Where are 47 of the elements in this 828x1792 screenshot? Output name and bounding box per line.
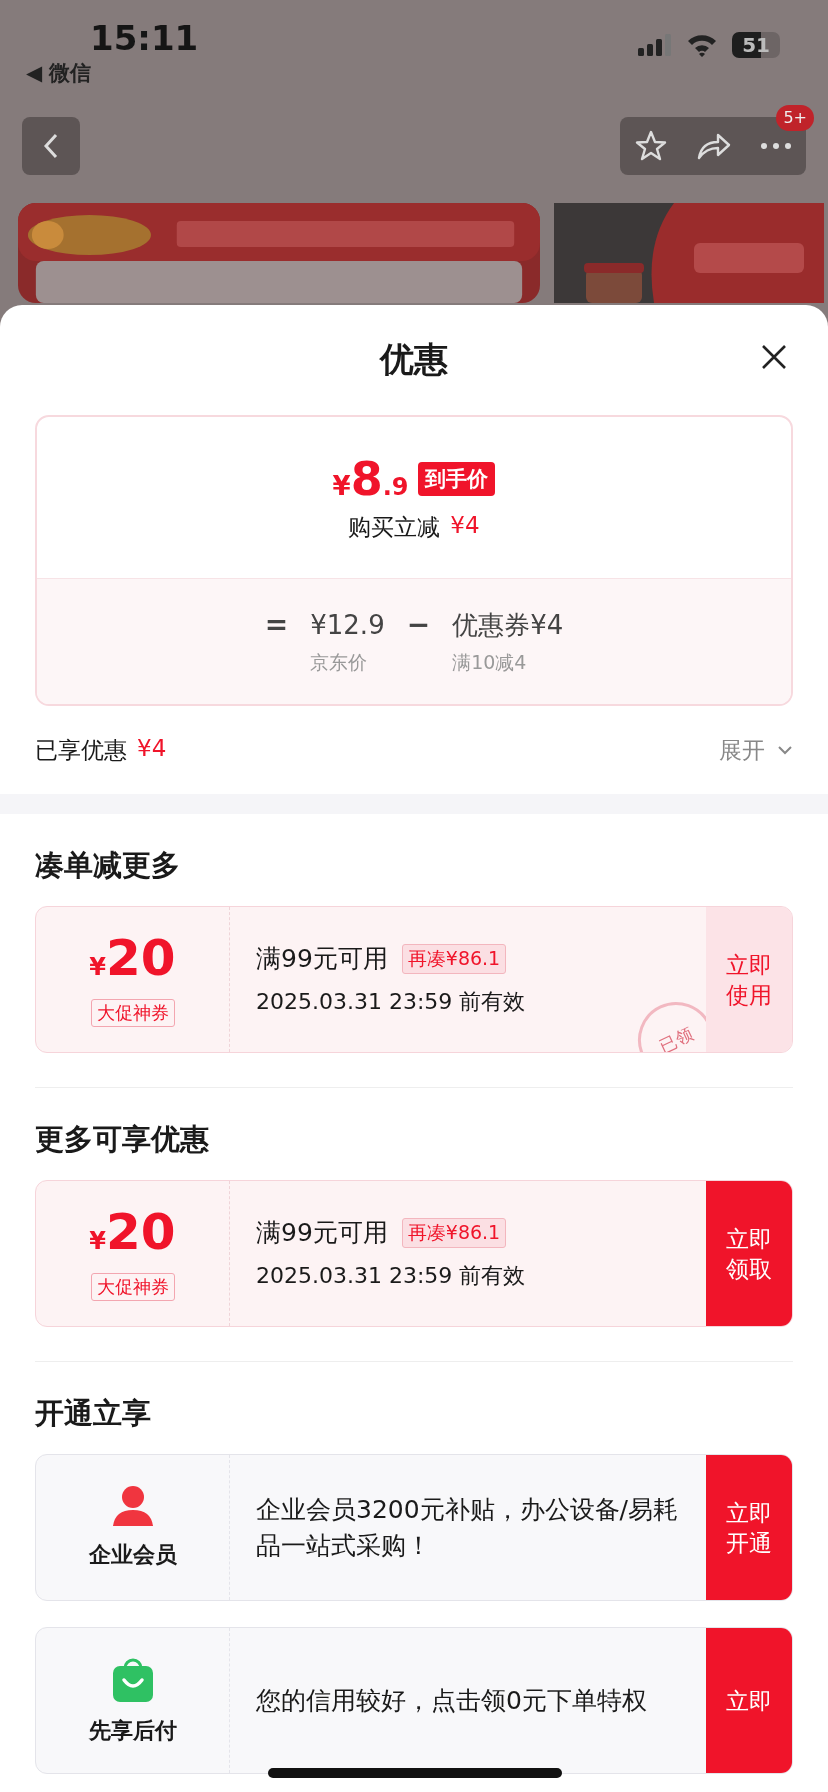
status-time: 15:11 bbox=[90, 18, 199, 58]
coupon-value: 优惠券¥4 bbox=[452, 608, 564, 642]
minus-sign: − bbox=[406, 607, 431, 642]
coupon-amount: ¥20 bbox=[89, 932, 176, 989]
perk-description: 您的信用较好，点击领0元下单特权 bbox=[256, 1684, 648, 1717]
instant-discount-amount: ¥4 bbox=[450, 512, 480, 540]
price-tag: 到手价 bbox=[418, 462, 496, 496]
coupon-condition: 满99元可用 bbox=[256, 943, 388, 975]
coupon-tag: 大促神券 bbox=[90, 1273, 175, 1301]
share-icon[interactable] bbox=[696, 131, 732, 161]
perk-action-button[interactable]: 立即开通 bbox=[706, 1455, 792, 1600]
coupon-condition: 满99元可用 bbox=[256, 1217, 388, 1249]
sheet-title: 优惠 bbox=[380, 338, 448, 381]
perk-description: 企业会员3200元补贴，办公设备/易耗品一站式采购！ bbox=[256, 1493, 680, 1562]
back-to-app-link[interactable]: ◀ 微信 bbox=[26, 58, 199, 88]
coupon-expiry: 2025.03.31 23:59 前有效 bbox=[256, 1262, 527, 1290]
more-icon[interactable] bbox=[760, 142, 792, 150]
instant-discount-label: 购买立减 bbox=[348, 513, 441, 542]
star-icon[interactable] bbox=[634, 129, 668, 163]
close-icon[interactable] bbox=[760, 343, 788, 371]
base-price: ¥12.9 bbox=[310, 608, 385, 642]
back-button[interactable] bbox=[22, 117, 80, 175]
perk-label: 先享后付 bbox=[88, 1716, 177, 1745]
section-title: 开通立享 bbox=[35, 1395, 152, 1432]
wifi-icon bbox=[686, 33, 719, 57]
perk-label: 企业会员 bbox=[88, 1540, 177, 1569]
coupon-action-button[interactable]: 立即领取 bbox=[706, 1181, 792, 1326]
coupon-tag: 大促神券 bbox=[90, 999, 175, 1027]
coupon-action-button[interactable]: 立即使用 bbox=[706, 907, 792, 1052]
shortfall-tag: 再凑¥86.1 bbox=[401, 1217, 507, 1248]
person-icon bbox=[110, 1485, 155, 1526]
savings-label: 已享优惠 bbox=[35, 735, 127, 765]
coupon-amount: ¥20 bbox=[89, 1206, 176, 1263]
battery-indicator: 51 bbox=[732, 32, 780, 58]
final-price: ¥8.9 bbox=[332, 452, 409, 506]
section-title: 凑单减更多 bbox=[35, 847, 181, 884]
section-title: 更多可享优惠 bbox=[35, 1121, 210, 1158]
notification-badge: 5+ bbox=[776, 105, 814, 131]
shortfall-tag: 再凑¥86.1 bbox=[401, 943, 507, 974]
expand-toggle[interactable]: 展开 bbox=[719, 734, 793, 766]
savings-amount: ¥4 bbox=[137, 734, 167, 763]
coupon-caption: 满10减4 bbox=[452, 649, 528, 675]
perk-action-button[interactable]: 立即 bbox=[706, 1628, 792, 1773]
coupon-expiry: 2025.03.31 23:59 前有效 bbox=[256, 988, 527, 1016]
equals-sign: = bbox=[264, 607, 289, 642]
base-price-caption: 京东价 bbox=[310, 649, 369, 675]
signal-icon bbox=[638, 34, 673, 56]
